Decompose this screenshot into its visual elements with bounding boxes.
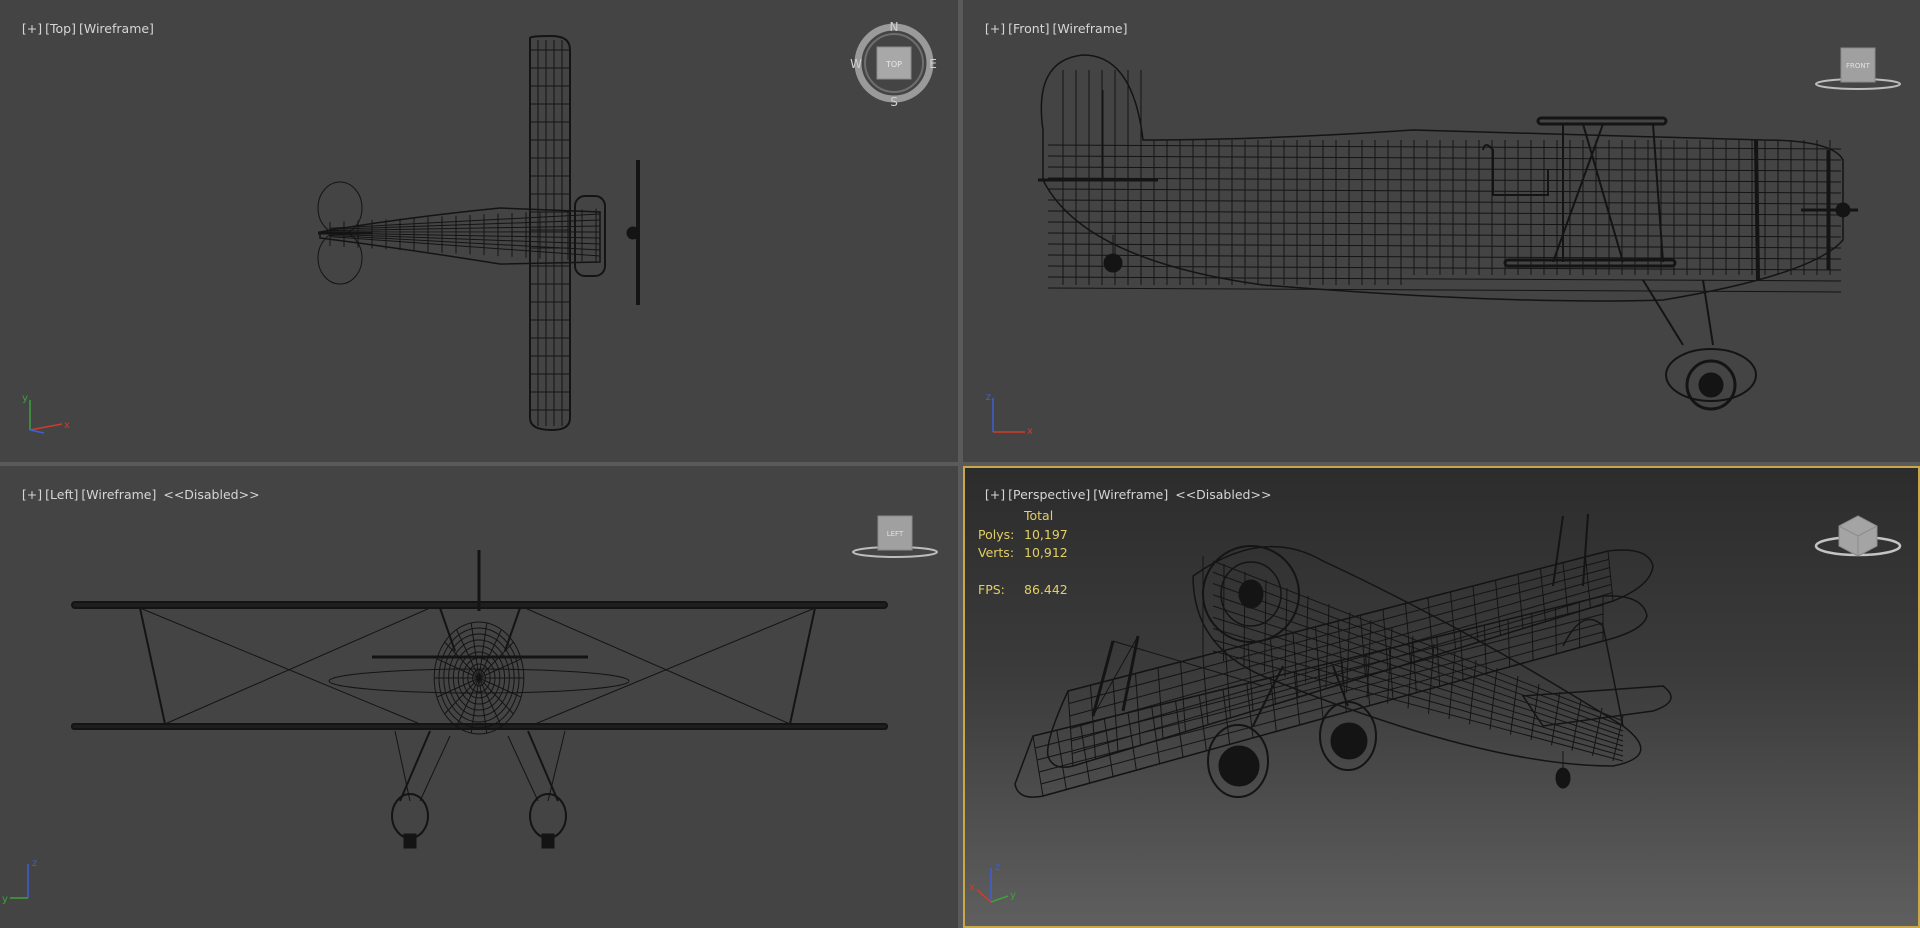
axis-tripod: z x: [986, 392, 1033, 437]
viewport-left[interactable]: [+][Left][Wireframe] <<Disabled>> LEFT: [0, 466, 958, 928]
axis-y-label: y: [1010, 890, 1016, 901]
axis-y-label: y: [2, 894, 8, 905]
axis-tripod: y x: [22, 393, 70, 434]
axis-y-label: y: [22, 393, 28, 404]
axis-x-label: x: [1027, 426, 1033, 437]
axis-z-label: z: [986, 392, 991, 403]
axis-x-label: x: [969, 882, 975, 893]
axis-z-label: z: [32, 858, 37, 869]
axis-x-label: x: [64, 420, 70, 431]
viewport-front[interactable]: [+] [Front] [Wireframe] FRONT z x: [963, 0, 1920, 462]
axis-tripod: z y: [2, 858, 37, 905]
viewport-perspective[interactable]: [+] [Perspective] [Wireframe] <<Disabled>>…: [963, 466, 1920, 928]
axis-z-label: z: [995, 862, 1000, 873]
axis-tripod: z y x: [969, 862, 1016, 903]
viewport-top[interactable]: [+] [Top] [Wireframe] TOP N E S W y x: [0, 0, 958, 462]
